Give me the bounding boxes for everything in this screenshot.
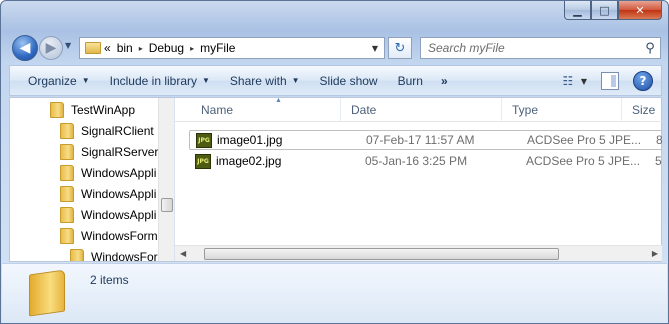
tree-item-label: WindowsFor	[91, 249, 158, 262]
folder-icon	[60, 164, 74, 181]
forward-button[interactable]: ▶	[39, 36, 63, 60]
folder-icon	[60, 143, 74, 160]
item-count: 2 items	[90, 273, 129, 287]
folder-icon	[29, 269, 65, 317]
tree-item-label: WindowsAppli	[81, 165, 157, 180]
details-pane: 2 items	[2, 263, 667, 323]
column-header-size[interactable]: Size	[622, 98, 662, 122]
jpg-file-icon: JPG	[196, 132, 212, 148]
breadcrumb-bin[interactable]: bin	[114, 41, 136, 55]
folder-icon	[70, 248, 84, 261]
more-commands-button[interactable]: »	[433, 74, 456, 88]
chevron-right-icon[interactable]: ▸	[187, 44, 197, 53]
folder-icon	[50, 101, 64, 118]
column-name-label: Name	[201, 103, 234, 117]
minimize-button[interactable]: ▁	[564, 1, 591, 20]
folder-icon	[60, 185, 74, 202]
tree-item-label: WindowsAppli	[81, 207, 157, 222]
file-size: 5	[655, 154, 662, 168]
chevron-down-icon[interactable]: ▼	[581, 77, 587, 86]
scrollbar-thumb[interactable]	[161, 198, 173, 212]
column-header-date[interactable]: Date	[341, 98, 502, 122]
folder-icon	[60, 227, 74, 244]
maximize-button[interactable]: □	[591, 1, 618, 20]
search-input[interactable]: Search myFile	[421, 41, 640, 55]
burn-button[interactable]: Burn	[388, 74, 433, 88]
back-button[interactable]: ◀	[12, 35, 38, 61]
tree-item-label: WindowsForm	[81, 228, 158, 243]
file-type: ACDSee Pro 5 JPE...	[526, 154, 641, 168]
folder-icon	[60, 206, 74, 223]
share-with-label: Share with	[229, 73, 287, 88]
scroll-left-icon[interactable]: ◀	[180, 249, 186, 258]
breadcrumb-overflow[interactable]: «	[101, 41, 114, 55]
address-bar[interactable]: « bin ▸ Debug ▸ myFile ▼	[79, 37, 385, 59]
file-date: 05-Jan-16 3:25 PM	[365, 154, 468, 168]
file-list: Name ▲ Date Type Size JPG image01.jpg 07…	[174, 98, 662, 261]
file-date: 07-Feb-17 11:57 AM	[366, 133, 475, 147]
breadcrumb-myfile[interactable]: myFile	[197, 41, 238, 55]
folder-icon	[60, 122, 74, 139]
close-button[interactable]: ✕	[618, 1, 662, 20]
include-in-library-label: Include in library	[109, 73, 197, 88]
horizontal-scrollbar[interactable]: ◀ ▶	[175, 245, 662, 261]
search-icon[interactable]: ⚲	[640, 41, 660, 56]
column-header-type[interactable]: Type	[502, 98, 622, 122]
share-with-button[interactable]: Share with ▼	[220, 74, 310, 88]
help-icon[interactable]: ?	[633, 71, 653, 91]
explorer-window: ▁ □ ✕ ◀ ▶ ▼ « bin ▸ Debug ▸ myFile ▼ ↻ S…	[0, 0, 669, 324]
file-type: ACDSee Pro 5 JPE...	[527, 133, 642, 147]
organize-label: Organize	[28, 73, 77, 88]
recent-pages-dropdown[interactable]: ▼	[65, 41, 71, 50]
jpg-file-icon: JPG	[195, 153, 211, 169]
tree-item[interactable]: WindowsFor	[70, 246, 158, 261]
refresh-button[interactable]: ↻	[388, 37, 412, 59]
chevron-right-icon[interactable]: ▸	[136, 44, 146, 53]
preview-pane-icon[interactable]	[601, 72, 619, 90]
sort-ascending-icon: ▲	[275, 98, 282, 104]
navigation-pane: TestWinApp SignalRClient SignalRServer W…	[10, 98, 174, 261]
caption-buttons: ▁ □ ✕	[564, 1, 662, 20]
scroll-right-icon[interactable]: ▶	[652, 249, 658, 258]
chevron-down-icon: ▼	[81, 76, 90, 85]
include-in-library-button[interactable]: Include in library ▼	[100, 74, 220, 88]
tree-item-label: SignalRServer	[81, 144, 159, 159]
navigation-scrollbar[interactable]	[158, 98, 174, 261]
tree-item-label: SignalRClient	[81, 123, 154, 138]
scrollbar-thumb[interactable]	[204, 248, 559, 260]
tree-item[interactable]: SignalRClient	[60, 120, 154, 141]
tree-item[interactable]: WindowsAppli	[60, 162, 156, 183]
file-size: 8	[656, 133, 662, 147]
search-box[interactable]: Search myFile ⚲	[420, 37, 661, 59]
breadcrumb-debug[interactable]: Debug	[146, 41, 187, 55]
column-header-name[interactable]: Name ▲	[191, 98, 341, 122]
command-bar: Organize ▼ Include in library ▼ Share wi…	[9, 65, 662, 96]
tree-item-label: WindowsAppli	[81, 186, 157, 201]
chevron-down-icon: ▼	[202, 76, 210, 85]
file-row[interactable]: JPG image01.jpg 07-Feb-17 11:57 AM ACDSe…	[189, 130, 662, 150]
chevron-down-icon[interactable]: ▼	[372, 44, 378, 53]
views-icon[interactable]: ☷	[555, 72, 581, 90]
file-name: image02.jpg	[216, 154, 282, 168]
file-row[interactable]: JPG image02.jpg 05-Jan-16 3:25 PM ACDSee…	[189, 151, 662, 171]
column-headers: Name ▲ Date Type Size	[175, 98, 662, 122]
folder-icon	[85, 42, 101, 54]
content-area: TestWinApp SignalRClient SignalRServer W…	[9, 97, 662, 262]
tree-item[interactable]: WindowsAppli	[60, 204, 156, 225]
tree-item[interactable]: WindowsAppli	[60, 183, 156, 204]
slide-show-button[interactable]: Slide show	[310, 74, 388, 88]
organize-button[interactable]: Organize ▼	[18, 74, 100, 88]
tree-item[interactable]: TestWinApp	[50, 99, 135, 120]
tree-item[interactable]: SignalRServer	[60, 141, 158, 162]
toolbar-right: ☷ ▼ ?	[555, 71, 653, 91]
chevron-down-icon: ▼	[291, 76, 300, 85]
tree-item[interactable]: WindowsForm	[60, 225, 158, 246]
tree-item-label: TestWinApp	[71, 102, 136, 117]
file-name: image01.jpg	[217, 133, 283, 147]
